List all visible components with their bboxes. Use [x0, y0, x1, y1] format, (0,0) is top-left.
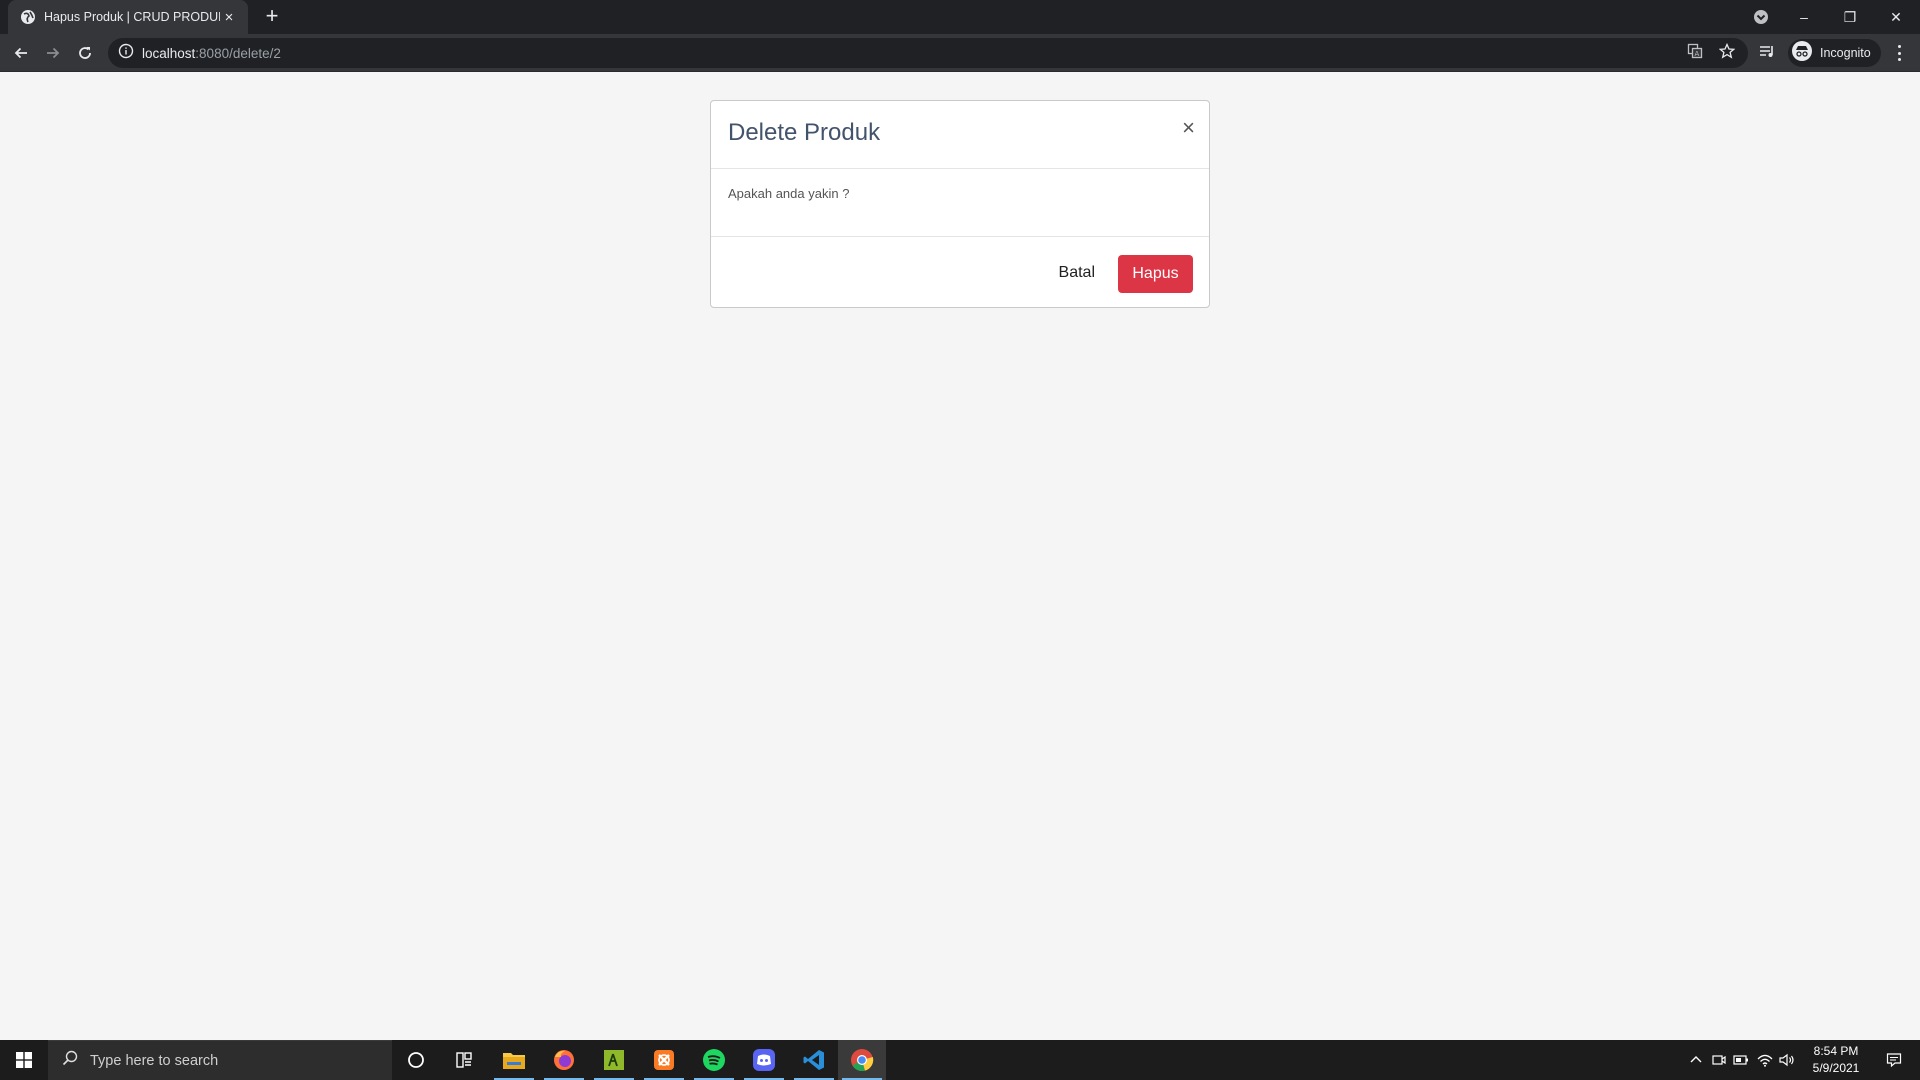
clock-time: 8:54 PM	[1813, 1044, 1859, 1058]
bookmark-star-icon[interactable]	[1718, 42, 1736, 60]
translate-icon[interactable]: A	[1686, 42, 1704, 60]
cancel-button[interactable]: Batal	[1049, 255, 1105, 291]
show-hidden-icons-button[interactable]	[1684, 1040, 1708, 1080]
notification-center-icon[interactable]	[1874, 1040, 1914, 1080]
evolus-pencil-icon[interactable]	[590, 1040, 638, 1080]
delete-button[interactable]: Hapus	[1118, 255, 1193, 293]
taskbar-search-box[interactable]: Type here to search	[48, 1040, 392, 1080]
tab-title: Hapus Produk | CRUD PRODUK	[44, 10, 220, 24]
windows-logo-icon	[16, 1052, 32, 1068]
address-bar[interactable]: localhost :8080/delete/2	[108, 38, 1748, 68]
meet-now-icon[interactable]	[1708, 1040, 1730, 1080]
window-close-button[interactable]: ✕	[1873, 0, 1919, 34]
discord-icon[interactable]	[740, 1040, 788, 1080]
windows-taskbar: Type here to search 8:54 PM 5/9/2021	[0, 1040, 1920, 1080]
cortana-icon[interactable]	[392, 1040, 440, 1080]
vscode-icon[interactable]	[790, 1040, 838, 1080]
modal-header: Delete Produk ×	[711, 101, 1209, 169]
modal-body: Apakah anda yakin ?	[711, 169, 1209, 237]
browser-toolbar: localhost :8080/delete/2 A Incognito	[0, 34, 1920, 72]
forward-button[interactable]	[41, 41, 65, 65]
incognito-label: Incognito	[1820, 46, 1871, 60]
modal-footer: Batal Hapus	[711, 237, 1209, 307]
spotify-icon[interactable]	[690, 1040, 738, 1080]
file-explorer-icon[interactable]	[490, 1040, 538, 1080]
back-button[interactable]	[9, 41, 33, 65]
search-placeholder: Type here to search	[90, 1052, 219, 1069]
chrome-icon[interactable]	[838, 1040, 886, 1080]
new-tab-button[interactable]: +	[260, 5, 284, 29]
tab-search-icon[interactable]	[1752, 8, 1770, 26]
search-icon	[62, 1050, 78, 1071]
tab-close-icon[interactable]: ×	[220, 9, 238, 26]
browser-menu-button[interactable]	[1892, 43, 1906, 63]
xampp-icon[interactable]	[640, 1040, 688, 1080]
url-host: localhost	[142, 45, 196, 61]
task-view-icon[interactable]	[440, 1040, 488, 1080]
incognito-icon	[1792, 40, 1812, 66]
taskbar-clock[interactable]: 8:54 PM 5/9/2021	[1800, 1043, 1872, 1077]
start-button[interactable]	[0, 1040, 48, 1080]
window-restore-button[interactable]: ❐	[1827, 0, 1873, 34]
browser-tab-active[interactable]: Hapus Produk | CRUD PRODUK ×	[8, 0, 248, 34]
incognito-profile-button[interactable]: Incognito	[1788, 39, 1881, 67]
browser-tab-bar: Hapus Produk | CRUD PRODUK × + – ❐ ✕	[0, 0, 1920, 34]
battery-icon[interactable]	[1730, 1040, 1752, 1080]
modal-title: Delete Produk	[728, 119, 881, 146]
info-icon[interactable]	[118, 43, 134, 64]
firefox-icon[interactable]	[540, 1040, 588, 1080]
globe-icon	[20, 9, 36, 25]
svg-text:A: A	[1695, 50, 1700, 58]
wifi-icon[interactable]	[1754, 1040, 1776, 1080]
modal-message: Apakah anda yakin ?	[728, 186, 850, 201]
delete-modal: Delete Produk × Apakah anda yakin ? Bata…	[710, 100, 1210, 308]
window-minimize-button[interactable]: –	[1781, 0, 1827, 34]
modal-close-icon[interactable]: ×	[1182, 117, 1195, 139]
reload-button[interactable]	[73, 41, 97, 65]
clock-date: 5/9/2021	[1812, 1061, 1860, 1075]
volume-icon[interactable]	[1776, 1040, 1798, 1080]
page-content: Delete Produk × Apakah anda yakin ? Bata…	[0, 72, 1920, 1040]
url-path: :8080/delete/2	[195, 45, 281, 61]
reading-list-icon[interactable]	[1758, 42, 1776, 60]
